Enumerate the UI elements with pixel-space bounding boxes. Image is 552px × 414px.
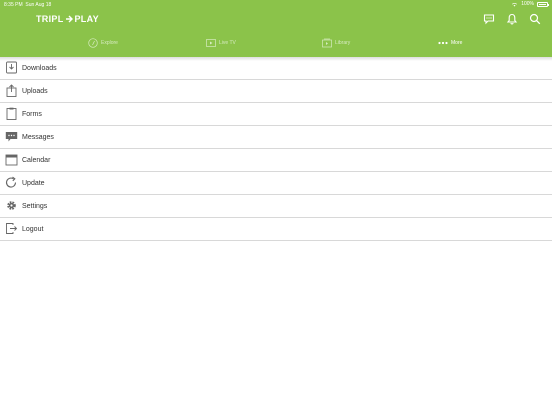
menu-item-label: Logout [22, 225, 44, 233]
notifications-button[interactable] [506, 12, 518, 25]
gear-icon [7, 201, 16, 210]
battery-fill [539, 3, 546, 5]
compass-icon [88, 38, 98, 48]
library-icon [322, 38, 332, 48]
menu-item-label: Update [22, 179, 45, 187]
battery-icon [537, 1, 549, 7]
menu-item-label: Downloads [22, 64, 57, 72]
app-header: 8:35 PM Sun Aug 18 100% TRIPL PLAY Explo… [0, 0, 552, 57]
battery-percent: 100% [521, 1, 534, 7]
play-arrow-icon [65, 15, 73, 23]
menu-item-messages[interactable]: Messages [0, 126, 552, 149]
chat-button[interactable] [483, 12, 495, 25]
refresh-icon [5, 176, 17, 188]
status-right: 100% [511, 1, 549, 7]
menu-item-label: Messages [22, 133, 54, 141]
menu-item-label: Forms [22, 110, 42, 118]
tab-library[interactable]: Library [322, 35, 350, 51]
menu-item-calendar[interactable]: Calendar [0, 149, 552, 172]
tab-bar: Explore Live TV Library More [0, 35, 552, 51]
message-icon [5, 132, 18, 142]
status-bar: 8:35 PM Sun Aug 18 100% [0, 0, 552, 9]
menu-item-uploads[interactable]: Uploads [0, 80, 552, 103]
logo-text-left: TRIPL [36, 14, 64, 24]
bell-icon [506, 13, 518, 25]
search-button[interactable] [529, 12, 541, 25]
menu-item-label: Uploads [22, 87, 48, 95]
download-icon [6, 61, 17, 74]
tab-more-label: More [451, 40, 463, 46]
menu-item-logout[interactable]: Logout [0, 218, 552, 241]
calendar-icon [5, 154, 18, 166]
wifi-icon [512, 2, 518, 6]
header-actions [483, 12, 541, 25]
app-logo[interactable]: TRIPL PLAY [36, 13, 99, 25]
chat-icon [483, 14, 495, 25]
menu-item-label: Settings [22, 202, 48, 210]
status-date-text: Sun Aug 18 [25, 2, 52, 8]
tab-live-tv[interactable]: Live TV [206, 35, 236, 51]
menu-item-forms[interactable]: Forms [0, 103, 552, 126]
menu-item-settings[interactable]: Settings [0, 195, 552, 218]
tab-library-label: Library [335, 40, 351, 46]
search-icon [529, 13, 541, 25]
tab-explore[interactable]: Explore [88, 35, 118, 51]
upload-icon [6, 84, 17, 97]
menu-item-label: Calendar [22, 156, 51, 164]
more-menu-list: Downloads Uploads Forms Messages Calenda… [0, 57, 552, 241]
logout-icon [6, 223, 18, 234]
status-time-text: 8:35 PM [4, 2, 23, 8]
tab-more[interactable]: More [438, 35, 462, 51]
tab-explore-label: Explore [101, 40, 118, 46]
clipboard-icon [6, 107, 17, 120]
tab-live-tv-label: Live TV [219, 40, 236, 46]
menu-item-downloads[interactable]: Downloads [0, 57, 552, 80]
tv-play-icon [206, 39, 216, 47]
status-time: 8:35 PM Sun Aug 18 [4, 2, 51, 8]
logo-text-right: PLAY [74, 14, 99, 24]
menu-item-update[interactable]: Update [0, 172, 552, 195]
more-dots-icon [438, 41, 448, 45]
